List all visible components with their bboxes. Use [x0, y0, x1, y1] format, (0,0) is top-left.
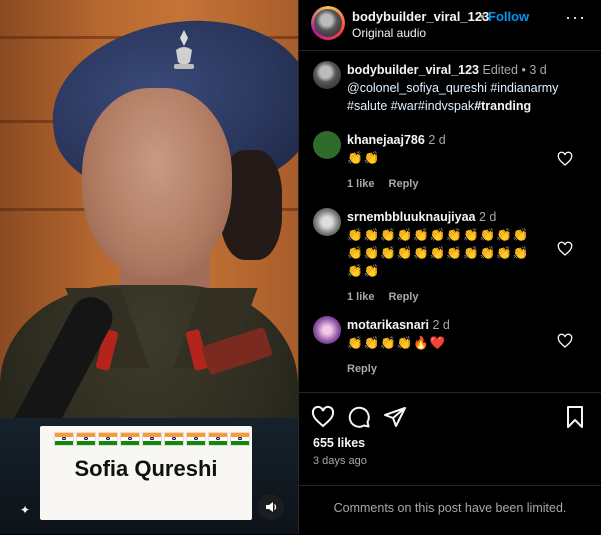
reply-button[interactable]: Reply	[389, 291, 419, 303]
edited-label: Edited	[482, 63, 518, 77]
avatar[interactable]	[313, 131, 341, 159]
heart-icon[interactable]	[557, 151, 573, 167]
follow-button[interactable]: Follow	[488, 9, 529, 24]
mention-link[interactable]: @colonel_sofiya_qureshi	[347, 81, 487, 95]
name-overlay-text: Sofia Qureshi	[74, 456, 218, 481]
caption-username[interactable]: bodybuilder_viral_123	[347, 63, 479, 77]
hashtag-link[interactable]: #indianarmy	[490, 81, 558, 95]
india-flag-icon	[142, 432, 162, 446]
comment-bubble-icon[interactable]	[347, 405, 371, 429]
speaker-icon	[266, 502, 277, 512]
comment-text: 👏👏	[347, 264, 381, 278]
separator-dot: •	[521, 63, 526, 77]
india-flag-icon	[120, 432, 140, 446]
comment-username[interactable]: khanejaaj786	[347, 133, 425, 147]
sound-button[interactable]	[258, 494, 284, 520]
separator-dot: •	[480, 9, 485, 24]
heart-icon[interactable]	[557, 333, 573, 349]
sparkle-icon: ✦	[20, 503, 31, 517]
author-username[interactable]: bodybuilder_viral_123	[352, 9, 489, 24]
comments-list[interactable]: bodybuilder_viral_123 Edited • 3 d @colo…	[299, 51, 601, 391]
reply-button[interactable]: Reply	[347, 363, 377, 375]
hashtag-link[interactable]: #tranding	[474, 99, 531, 113]
speaker-face	[82, 88, 232, 278]
caption-time: 3 d	[529, 63, 547, 77]
hashtag-link[interactable]: #salute	[347, 99, 387, 113]
avatar[interactable]	[313, 61, 341, 89]
india-flag-icon	[76, 432, 96, 446]
post-date[interactable]: 3 days ago	[313, 455, 367, 467]
india-flag-icon	[186, 432, 206, 446]
flag-row	[54, 432, 250, 446]
hashtag-link[interactable]: #indvspak	[418, 99, 474, 113]
india-flag-icon	[208, 432, 228, 446]
comment-text: 👏👏👏👏🔥	[347, 336, 430, 350]
hashtag-link[interactable]: #war	[391, 99, 418, 113]
save-bookmark-icon[interactable]	[563, 405, 587, 429]
cap-badge-icon	[174, 30, 194, 69]
avatar[interactable]	[313, 316, 341, 344]
comment-likes[interactable]: 1 like	[347, 291, 375, 303]
avatar[interactable]	[311, 6, 345, 40]
share-send-icon[interactable]	[383, 405, 407, 429]
comment-time: 2 d	[479, 210, 497, 224]
reply-button[interactable]: Reply	[389, 178, 419, 190]
more-options-icon[interactable]: ···	[565, 8, 585, 28]
like-heart-icon[interactable]	[311, 405, 335, 429]
post-header: bodybuilder_viral_123 • Follow Original …	[299, 0, 601, 51]
india-flag-icon	[164, 432, 184, 446]
action-bar: 655 likes 3 days ago Comments on this po…	[299, 392, 601, 534]
india-flag-icon	[54, 432, 74, 446]
likes-count[interactable]: 655 likes	[313, 436, 365, 450]
comments-limited-notice: Comments on this post have been limited.	[299, 485, 601, 535]
comment-time: 2 d	[428, 133, 446, 147]
comment-likes[interactable]: 1 like	[347, 178, 375, 190]
comment-username[interactable]: motarikasnari	[347, 318, 429, 332]
india-flag-icon	[98, 432, 118, 446]
post-details-panel: bodybuilder_viral_123 • Follow Original …	[298, 0, 601, 534]
comment-text: 👏👏👏👏👏👏👏👏👏👏👏	[347, 246, 530, 260]
audio-link[interactable]: Original audio	[352, 26, 426, 40]
comment-username[interactable]: srnembbluuknaujiyaa	[347, 210, 476, 224]
heart-icon[interactable]	[557, 241, 573, 257]
video-player[interactable]: Sofia Qureshi ✦	[0, 0, 298, 534]
comment-text: 👏👏	[347, 151, 381, 165]
name-overlay-card: Sofia Qureshi	[40, 426, 252, 520]
india-flag-icon	[230, 432, 250, 446]
heart-emoji: ❤️	[429, 336, 446, 350]
avatar[interactable]	[313, 208, 341, 236]
instagram-post-modal: Sofia Qureshi ✦ bodybuilder_viral_123 • …	[0, 0, 601, 534]
comment-text: 👏👏👏👏👏👏👏👏👏👏👏	[347, 228, 530, 242]
comment-time: 2 d	[432, 318, 450, 332]
